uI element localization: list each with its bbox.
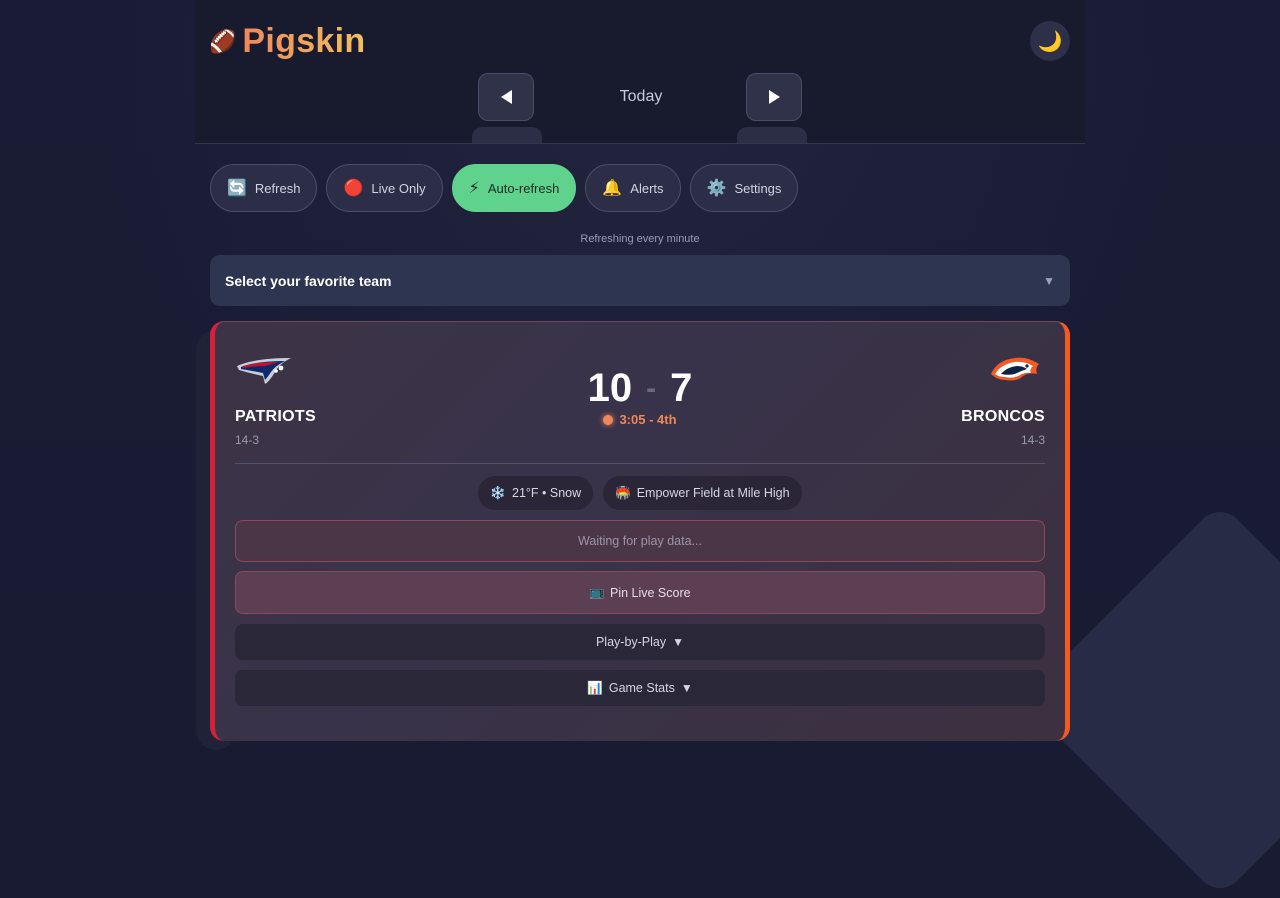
refresh-icon: 🔄 xyxy=(227,178,247,198)
alerts-label: Alerts xyxy=(630,181,663,196)
football-icon: 🏈 xyxy=(209,31,236,53)
game-info-chips: ❄️ 21°F • Snow 🏟️ Empower Field at Mile … xyxy=(215,476,1065,510)
clock-text: 3:05 - 4th xyxy=(619,412,676,427)
home-team-record: 14-3 xyxy=(235,433,259,447)
game-stats-label: Game Stats xyxy=(609,681,675,695)
tv-icon: 📺 xyxy=(589,585,605,600)
live-indicator-icon xyxy=(603,415,613,425)
red-circle-icon: 🔴 xyxy=(343,178,363,198)
toolbar: 🔄 Refresh 🔴 Live Only ⚡ Auto-refresh 🔔 A… xyxy=(210,164,798,212)
team-select-label: Select your favorite team xyxy=(225,273,392,289)
play-by-play-toggle[interactable]: Play-by-Play ▼ xyxy=(235,624,1045,660)
away-team-record: 14-3 xyxy=(1021,433,1045,447)
live-only-button[interactable]: 🔴 Live Only xyxy=(326,164,442,212)
game-card[interactable]: PATRIOTS 14-3 BRONCOS 14-3 10 - 7 3:05 -… xyxy=(210,321,1070,741)
home-score: 10 xyxy=(588,366,633,411)
play-by-play-label: Play-by-Play xyxy=(596,635,666,649)
chevron-down-icon: ▼ xyxy=(1043,274,1055,288)
score-separator: - xyxy=(646,372,656,406)
scoreboard: 10 - 7 xyxy=(215,366,1065,411)
snowflake-icon: ❄️ xyxy=(490,486,506,501)
favorite-team-select[interactable]: Select your favorite team ▼ xyxy=(210,255,1070,306)
refresh-label: Refresh xyxy=(255,181,301,196)
moon-icon: 🌙 xyxy=(1038,29,1063,54)
date-label: Today xyxy=(570,88,712,106)
venue-text: Empower Field at Mile High xyxy=(637,486,790,500)
stadium-icon: 🏟️ xyxy=(615,486,631,501)
game-stats-toggle[interactable]: 📊 Game Stats ▼ xyxy=(235,670,1045,706)
alerts-button[interactable]: 🔔 Alerts xyxy=(585,164,680,212)
divider xyxy=(235,463,1045,464)
chevron-right-icon xyxy=(769,90,780,104)
auto-refresh-button[interactable]: ⚡ Auto-refresh xyxy=(452,164,577,212)
header: 🏈 Pigskin 🌙 Today xyxy=(195,0,1085,144)
weather-text: 21°F • Snow xyxy=(512,486,581,500)
gear-icon: ⚙️ xyxy=(707,178,727,198)
theme-toggle-button[interactable]: 🌙 xyxy=(1030,21,1070,61)
settings-label: Settings xyxy=(734,181,781,196)
pin-live-score-label: Pin Live Score xyxy=(610,586,691,600)
auto-refresh-label: Auto-refresh xyxy=(488,181,560,196)
nav-shadow xyxy=(472,127,542,143)
nav-shadow xyxy=(737,127,807,143)
caret-down-icon: ▼ xyxy=(681,681,693,695)
chevron-left-icon xyxy=(501,90,512,104)
weather-chip: ❄️ 21°F • Snow xyxy=(478,476,593,510)
play-data-status: Waiting for play data... xyxy=(235,520,1045,562)
refresh-button[interactable]: 🔄 Refresh xyxy=(210,164,317,212)
app-title: Pigskin xyxy=(242,22,365,61)
caret-down-icon: ▼ xyxy=(672,635,684,649)
next-day-button[interactable] xyxy=(746,73,802,121)
pin-live-score-button[interactable]: 📺 Pin Live Score xyxy=(235,571,1045,614)
refresh-status: Refreshing every minute xyxy=(195,233,1085,245)
logo[interactable]: 🏈 Pigskin xyxy=(209,22,365,61)
prev-day-button[interactable] xyxy=(478,73,534,121)
settings-button[interactable]: ⚙️ Settings xyxy=(690,164,799,212)
venue-chip: 🏟️ Empower Field at Mile High xyxy=(603,476,801,510)
game-clock: 3:05 - 4th xyxy=(215,412,1065,427)
app-container: 🏈 Pigskin 🌙 Today 🔄 Refresh 🔴 Live Only … xyxy=(195,0,1085,720)
away-score: 7 xyxy=(670,366,692,411)
lightning-icon: ⚡ xyxy=(469,178,480,198)
bar-chart-icon: 📊 xyxy=(587,681,603,696)
live-only-label: Live Only xyxy=(371,181,425,196)
bell-icon: 🔔 xyxy=(602,178,622,198)
